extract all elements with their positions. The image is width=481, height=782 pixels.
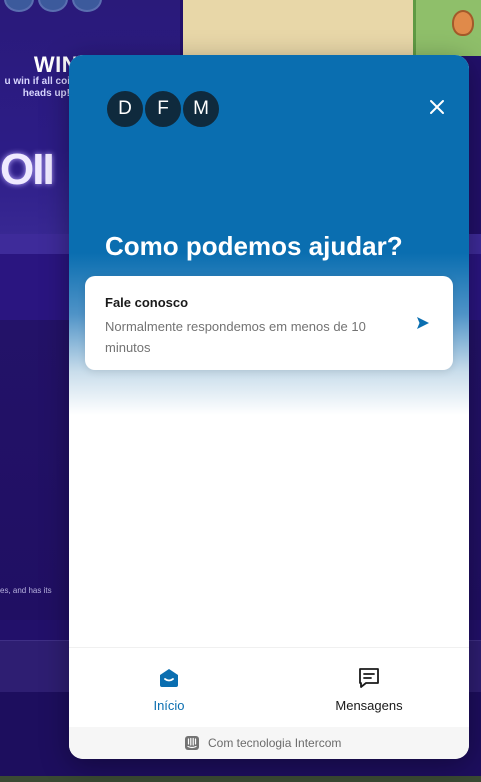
contact-card-subtitle: Normalmente respondemos em menos de 10 m… — [105, 319, 366, 355]
contact-us-card[interactable]: Fale conosco Normalmente respondemos em … — [85, 276, 453, 370]
coin-icon — [72, 0, 102, 12]
avatar: D — [105, 89, 145, 129]
send-arrow-icon — [417, 317, 429, 329]
promo-subtext-line: heads up! — [22, 88, 70, 99]
game-card-art — [413, 0, 481, 56]
close-button[interactable] — [425, 95, 449, 119]
home-icon — [160, 669, 178, 687]
background-fine-text: es, and has its — [0, 586, 52, 595]
avatar: M — [181, 89, 221, 129]
tab-messages-label: Mensagens — [335, 698, 403, 713]
coin-icon — [38, 0, 68, 12]
promo-subtext-line: u win if all coi — [4, 76, 70, 87]
tab-messages[interactable]: Mensagens — [269, 648, 469, 728]
intercom-messenger: D F M Como podemos ajudar? Fale conosco … — [69, 55, 469, 759]
contact-card-title: Fale conosco — [105, 295, 189, 310]
close-icon — [430, 100, 444, 114]
messenger-header: D F M Como podemos ajudar? Fale conosco … — [69, 55, 469, 415]
egg-icon — [452, 10, 474, 36]
intercom-logo-icon — [185, 736, 199, 750]
coin-row — [0, 0, 180, 14]
avatar: F — [143, 89, 183, 129]
game-card — [183, 0, 481, 56]
tab-home-label: Início — [153, 698, 185, 713]
tab-home[interactable]: Início — [69, 648, 269, 728]
background-bottom-line — [0, 776, 481, 782]
messenger-nav: Início Mensagens — [69, 647, 469, 727]
chat-icon — [359, 668, 379, 688]
promo-big-text: OII — [0, 145, 55, 194]
powered-by-footer[interactable]: Com tecnologia Intercom — [69, 727, 469, 759]
messenger-title: Como podemos ajudar? — [105, 231, 403, 261]
coin-icon — [4, 0, 34, 12]
promo-win-subtext: u win if all coi heads up! — [0, 76, 70, 100]
powered-by-text: Com tecnologia Intercom — [208, 736, 342, 750]
